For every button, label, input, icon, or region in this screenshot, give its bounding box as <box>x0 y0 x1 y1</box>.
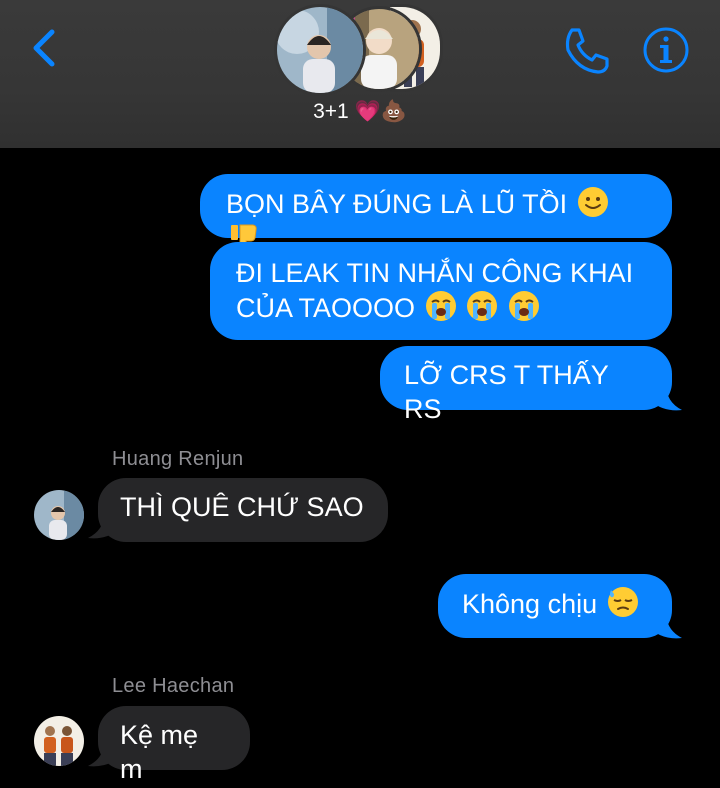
slightly-smiling-face-icon <box>577 187 608 217</box>
phone-icon[interactable] <box>560 26 612 76</box>
sender-name: Huang Renjun <box>112 448 244 470</box>
message-text: THÌ QUÊ CHỨ SAO <box>120 492 364 522</box>
crying-face-icon <box>467 291 498 321</box>
sender-avatar[interactable] <box>34 490 84 540</box>
incoming-message[interactable]: Kệ mẹ m <box>98 706 250 784</box>
message-text: Kệ mẹ m <box>120 720 199 784</box>
message-text: Không chịu <box>462 589 598 619</box>
crying-face-icon <box>425 291 456 321</box>
group-name[interactable]: 3+1 💗💩 <box>0 100 720 124</box>
message-text-line-2: CỦA TAOOOO <box>236 293 416 323</box>
bubble-tail <box>652 384 682 411</box>
back-chevron-icon[interactable] <box>26 26 66 70</box>
message-text: LỠ CRS T THẤY RS <box>404 360 609 424</box>
crying-face-icon <box>508 291 539 321</box>
downcast-sweat-face-icon <box>607 587 638 617</box>
bubble-tail <box>652 612 682 639</box>
sender-avatar[interactable] <box>34 716 84 766</box>
message-text-line-1: ĐI LEAK TIN NHẮN CÔNG KHAI <box>236 258 634 288</box>
message-text: BỌN BÂY ĐÚNG LÀ LŨ TỒI <box>226 189 568 219</box>
outgoing-message[interactable]: LỠ CRS T THẤY RS <box>380 346 672 424</box>
info-icon[interactable] <box>642 26 690 74</box>
avatar-renjun <box>274 4 366 96</box>
outgoing-message[interactable]: BỌN BÂY ĐÚNG LÀ LŨ TỒI <box>200 174 672 252</box>
outgoing-message[interactable]: Không chịu <box>438 574 672 638</box>
chat-header: 3+1 💗💩 <box>0 0 720 148</box>
group-avatars[interactable] <box>272 2 443 96</box>
outgoing-message[interactable]: ĐI LEAK TIN NHẮN CÔNG KHAI CỦA TAOOOO <box>210 242 672 340</box>
sender-name: Lee Haechan <box>112 675 235 697</box>
incoming-message[interactable]: THÌ QUÊ CHỨ SAO <box>98 478 388 542</box>
